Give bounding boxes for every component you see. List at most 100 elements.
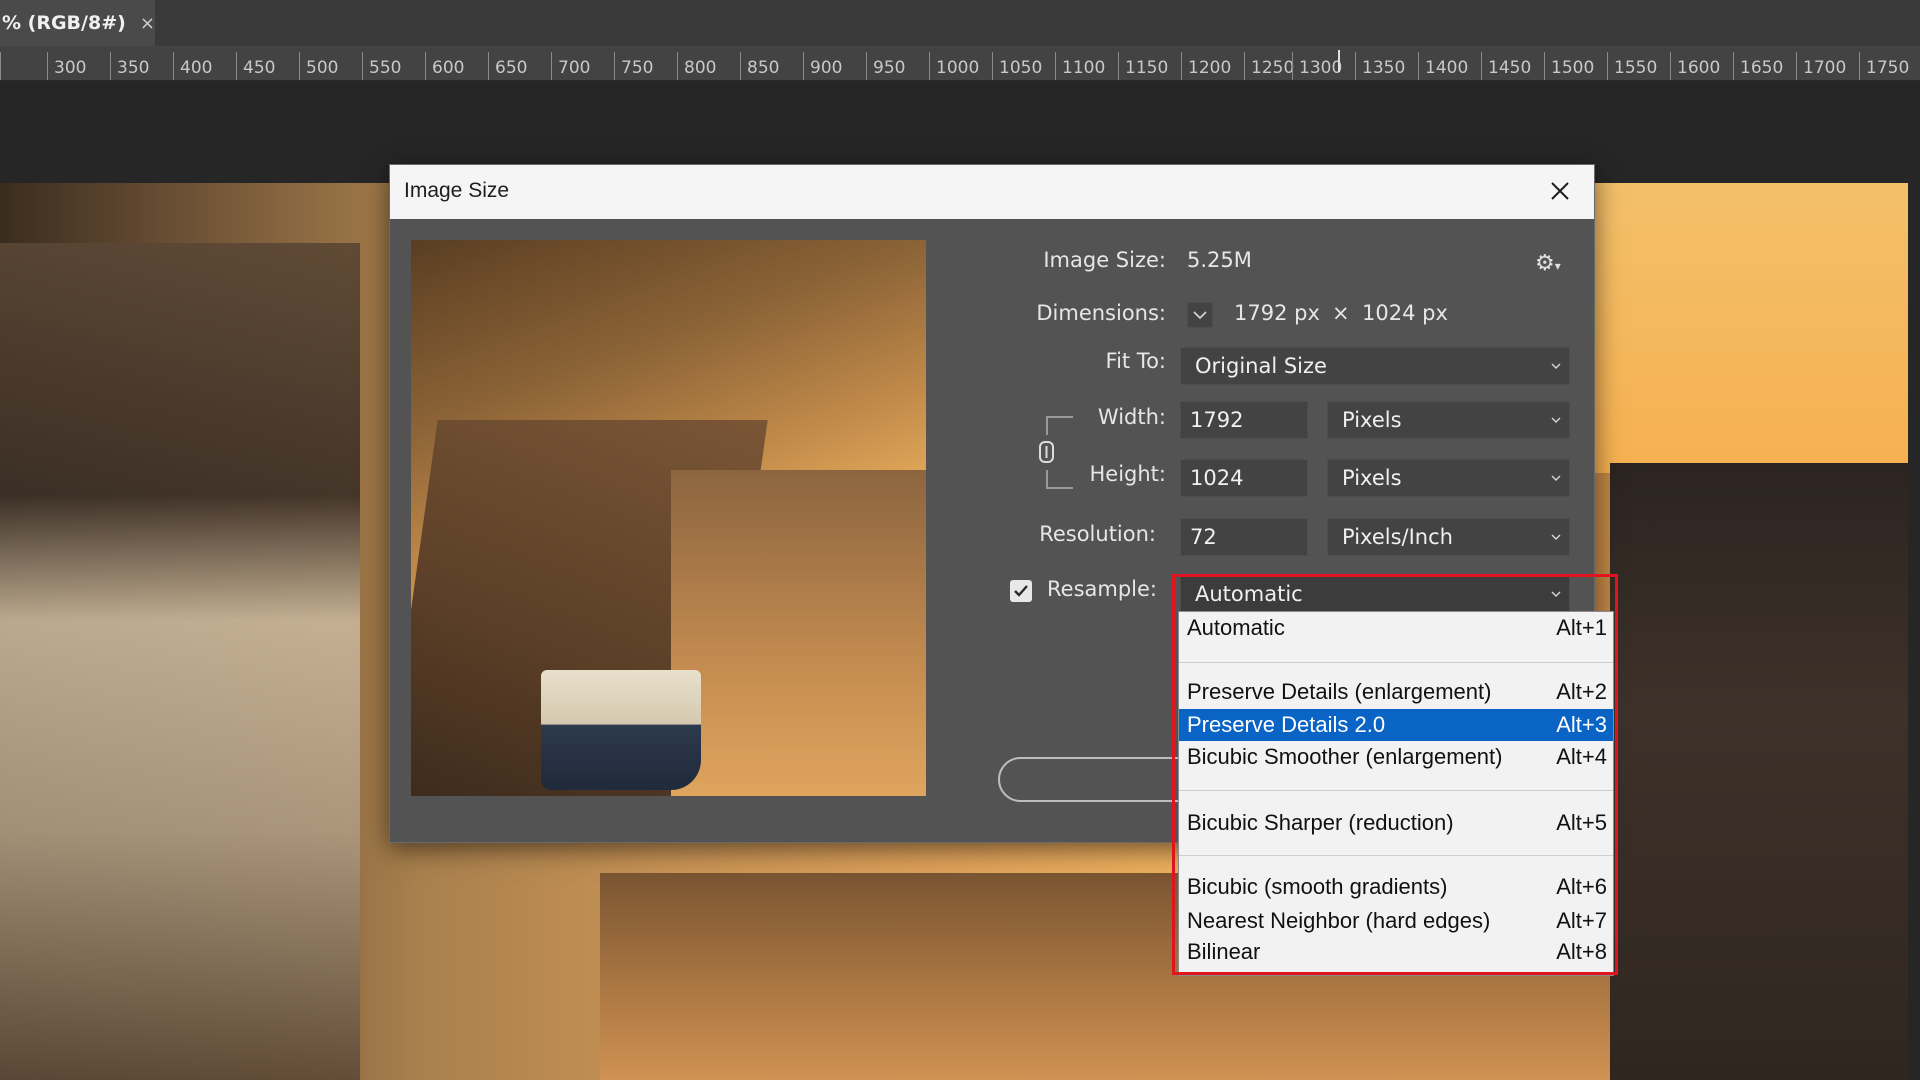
menu-item-label: Nearest Neighbor (hard edges) [1187, 908, 1491, 933]
menu-item-bilinear[interactable]: Bilinear Alt+8 [1179, 936, 1613, 968]
resample-label: Resample: [1047, 577, 1157, 601]
ruler-tick: 900 [803, 52, 866, 80]
ruler-tick: 1750 [1859, 52, 1920, 80]
fit-to-label: Fit To: [1105, 349, 1166, 373]
height-unit-select[interactable]: Pixels [1327, 459, 1570, 497]
ruler-tick: 1100 [1055, 52, 1118, 80]
resolution-unit-value: Pixels/Inch [1342, 525, 1453, 549]
menu-item-bicubic[interactable]: Bicubic (smooth gradients) Alt+6 [1179, 871, 1613, 903]
height-unit-value: Pixels [1342, 466, 1402, 490]
height-label: Height: [1089, 462, 1167, 486]
menu-item-label: Bicubic Sharper (reduction) [1187, 810, 1454, 835]
close-icon[interactable] [1544, 175, 1576, 207]
menu-item-shortcut: Alt+8 [1556, 939, 1607, 964]
menu-item-preserve-details[interactable]: Preserve Details (enlargement) Alt+2 [1179, 676, 1613, 708]
ruler-tick: 1650 [1733, 52, 1796, 80]
canvas-houses-left [0, 243, 360, 1080]
ruler-tick: 350 [110, 52, 173, 80]
ruler-tick: 750 [614, 52, 677, 80]
menu-separator [1179, 662, 1613, 663]
ruler-tick: 300 [47, 52, 110, 80]
ruler-tick: 1150 [1118, 52, 1181, 80]
ruler-tick: 1450 [1481, 52, 1544, 80]
dialog-titlebar[interactable]: Image Size [390, 165, 1594, 219]
ruler-tick: 600 [425, 52, 488, 80]
ruler-tick-partial [0, 52, 47, 80]
preview-boat [541, 670, 701, 790]
document-tab-bar: % (RGB/8#) × [0, 0, 1920, 46]
resolution-input[interactable]: 72 [1180, 518, 1308, 556]
ruler-tick: 550 [362, 52, 425, 80]
menu-item-shortcut: Alt+1 [1556, 615, 1607, 640]
menu-separator [1179, 790, 1613, 791]
resolution-unit-select[interactable]: Pixels/Inch [1327, 518, 1570, 556]
ruler-tick: 1600 [1670, 52, 1733, 80]
gear-icon[interactable]: ⚙▾ [1535, 251, 1561, 276]
close-tab-icon[interactable]: × [140, 13, 155, 34]
menu-item-shortcut: Alt+2 [1556, 679, 1607, 704]
menu-item-bicubic-smoother[interactable]: Bicubic Smoother (enlargement) Alt+4 [1179, 741, 1613, 773]
width-input[interactable]: 1792 [1180, 401, 1308, 439]
height-input[interactable]: 1024 [1180, 459, 1308, 497]
ruler-tick: 1550 [1607, 52, 1670, 80]
document-tab[interactable]: % (RGB/8#) × [0, 0, 155, 46]
ruler-tick: 1350 [1355, 52, 1418, 80]
ruler-tick: 1000 [929, 52, 992, 80]
dialog-title: Image Size [404, 179, 510, 202]
dimensions-height-value: 1024 px [1362, 301, 1448, 325]
dimensions-label: Dimensions: [1036, 301, 1166, 325]
resample-dropdown-menu: Automatic Alt+1 Preserve Details (enlarg… [1178, 611, 1614, 976]
ruler-cursor-marker [1338, 50, 1340, 72]
menu-item-label: Preserve Details (enlargement) [1187, 679, 1492, 704]
ruler-tick: 650 [488, 52, 551, 80]
menu-item-shortcut: Alt+5 [1556, 810, 1607, 835]
chevron-down-icon [1551, 417, 1561, 423]
chevron-down-icon [1551, 363, 1561, 369]
image-size-value: 5.25M [1187, 248, 1252, 272]
fit-to-select[interactable]: Original Size [1180, 347, 1570, 385]
ruler-tick: 1200 [1181, 52, 1244, 80]
image-preview[interactable] [411, 240, 926, 796]
width-unit-select[interactable]: Pixels [1327, 401, 1570, 439]
chevron-down-icon [1193, 311, 1207, 320]
menu-item-automatic[interactable]: Automatic Alt+1 [1179, 612, 1613, 644]
dimensions-unit-dropdown[interactable] [1187, 302, 1213, 328]
ruler-tick: 950 [866, 52, 929, 80]
chevron-down-icon [1551, 534, 1561, 540]
ruler-tick: 450 [236, 52, 299, 80]
ruler-tick: 1300 [1292, 52, 1355, 80]
chevron-down-icon [1551, 475, 1561, 481]
preview-water [671, 470, 926, 796]
ruler-tick: 1700 [1796, 52, 1859, 80]
width-label: Width: [1097, 405, 1166, 429]
menu-item-nearest-neighbor[interactable]: Nearest Neighbor (hard edges) Alt+7 [1179, 905, 1613, 937]
resolution-label: Resolution: [1039, 522, 1156, 546]
dimensions-times: × [1332, 301, 1350, 325]
resample-value: Automatic [1195, 582, 1303, 606]
ruler-tick: 500 [299, 52, 362, 80]
menu-item-label: Bicubic Smoother (enlargement) [1187, 744, 1503, 769]
ruler-tick: 850 [740, 52, 803, 80]
ruler-tick: 1500 [1544, 52, 1607, 80]
resample-select[interactable]: Automatic [1180, 575, 1570, 613]
canvas-sky [1580, 183, 1908, 473]
menu-item-label: Bilinear [1187, 939, 1261, 964]
menu-item-shortcut: Alt+4 [1556, 744, 1607, 769]
chevron-down-icon [1551, 591, 1561, 597]
menu-item-bicubic-sharper[interactable]: Bicubic Sharper (reduction) Alt+5 [1179, 807, 1613, 839]
menu-item-shortcut: Alt+3 [1556, 712, 1607, 737]
ruler-tick: 400 [173, 52, 236, 80]
image-size-label: Image Size: [1043, 248, 1166, 272]
menu-item-label: Preserve Details 2.0 [1187, 712, 1386, 737]
resample-checkbox[interactable] [1010, 580, 1032, 602]
dimensions-width-value: 1792 px [1234, 301, 1320, 325]
menu-item-shortcut: Alt+7 [1556, 908, 1607, 933]
canvas-house-right [1610, 463, 1908, 1080]
document-tab-title: % (RGB/8#) [2, 12, 126, 34]
horizontal-ruler[interactable]: 300 350 400 450 500 550 600 650 700 750 … [0, 46, 1920, 81]
menu-separator [1179, 855, 1613, 856]
ruler-tick: 700 [551, 52, 614, 80]
menu-item-preserve-details-2[interactable]: Preserve Details 2.0 Alt+3 [1179, 709, 1613, 741]
menu-item-shortcut: Alt+6 [1556, 874, 1607, 899]
checkmark-icon [1014, 585, 1028, 597]
